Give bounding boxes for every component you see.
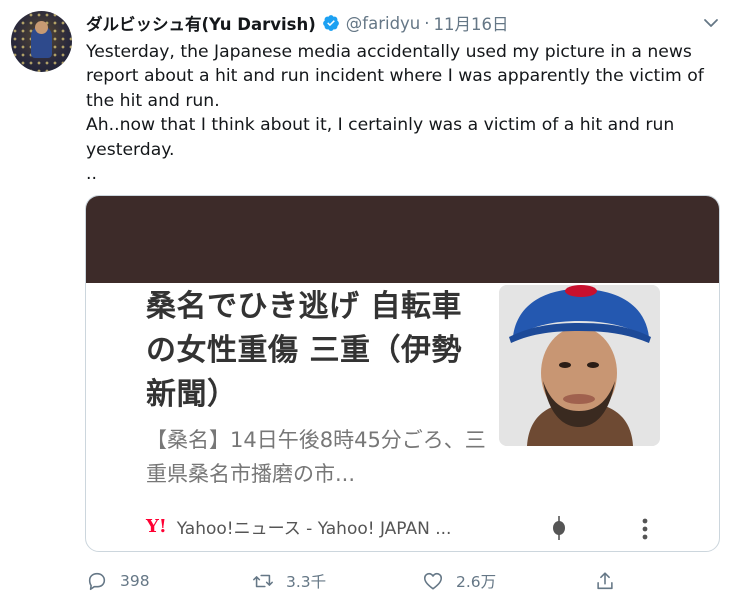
card-footer: Y! Yahoo!ニュース - Yahoo! JAPAN ... (146, 514, 451, 539)
avatar-head (35, 21, 48, 34)
more-options-icon[interactable] (642, 518, 648, 540)
tweet-date[interactable]: 11月16日 (434, 11, 509, 35)
retweet-button[interactable]: 3.3千 (252, 570, 326, 592)
pin-icon[interactable] (552, 516, 566, 540)
card-thumbnail (499, 285, 660, 446)
link-card[interactable]: 桑名でひき逃げ 自転車の女性重傷 三重（伊勢新聞） 【桑名】14日午後8時45分… (85, 195, 720, 552)
card-header-band (86, 196, 719, 283)
card-excerpt: 【桑名】14日午後8時45分ごろ、三重県桑名市播磨の市... (146, 428, 486, 486)
tweet-actions: 398 3.3千 2.6万 (86, 570, 626, 596)
share-button[interactable] (594, 570, 628, 592)
author-handle[interactable]: @faridyu (346, 14, 420, 33)
reply-button[interactable]: 398 (86, 570, 150, 592)
chevron-down-icon[interactable] (701, 13, 721, 33)
retweet-icon (253, 574, 273, 588)
verified-badge-icon (322, 14, 340, 32)
tweet-text: Yesterday, the Japanese media accidental… (86, 42, 704, 185)
like-button[interactable]: 2.6万 (422, 570, 496, 592)
reply-count: 398 (120, 572, 150, 590)
tweet-header: ダルビッシュ有(Yu Darvish) @faridyu · 11月16日 (86, 11, 509, 35)
like-count: 2.6万 (456, 573, 497, 591)
header-separator: · (424, 13, 430, 33)
retweet-count: 3.3千 (286, 573, 327, 591)
yahoo-logo: Y! (146, 516, 167, 537)
share-icon (597, 572, 613, 590)
avatar[interactable] (11, 11, 72, 72)
card-headline: 桑名でひき逃げ 自転車の女性重傷 三重（伊勢新聞） (146, 289, 462, 412)
heart-icon (423, 572, 443, 590)
reply-icon (88, 572, 106, 591)
author-name[interactable]: ダルビッシュ有(Yu Darvish) (86, 11, 316, 35)
card-source[interactable]: Yahoo!ニュース - Yahoo! JAPAN ... (177, 514, 452, 539)
